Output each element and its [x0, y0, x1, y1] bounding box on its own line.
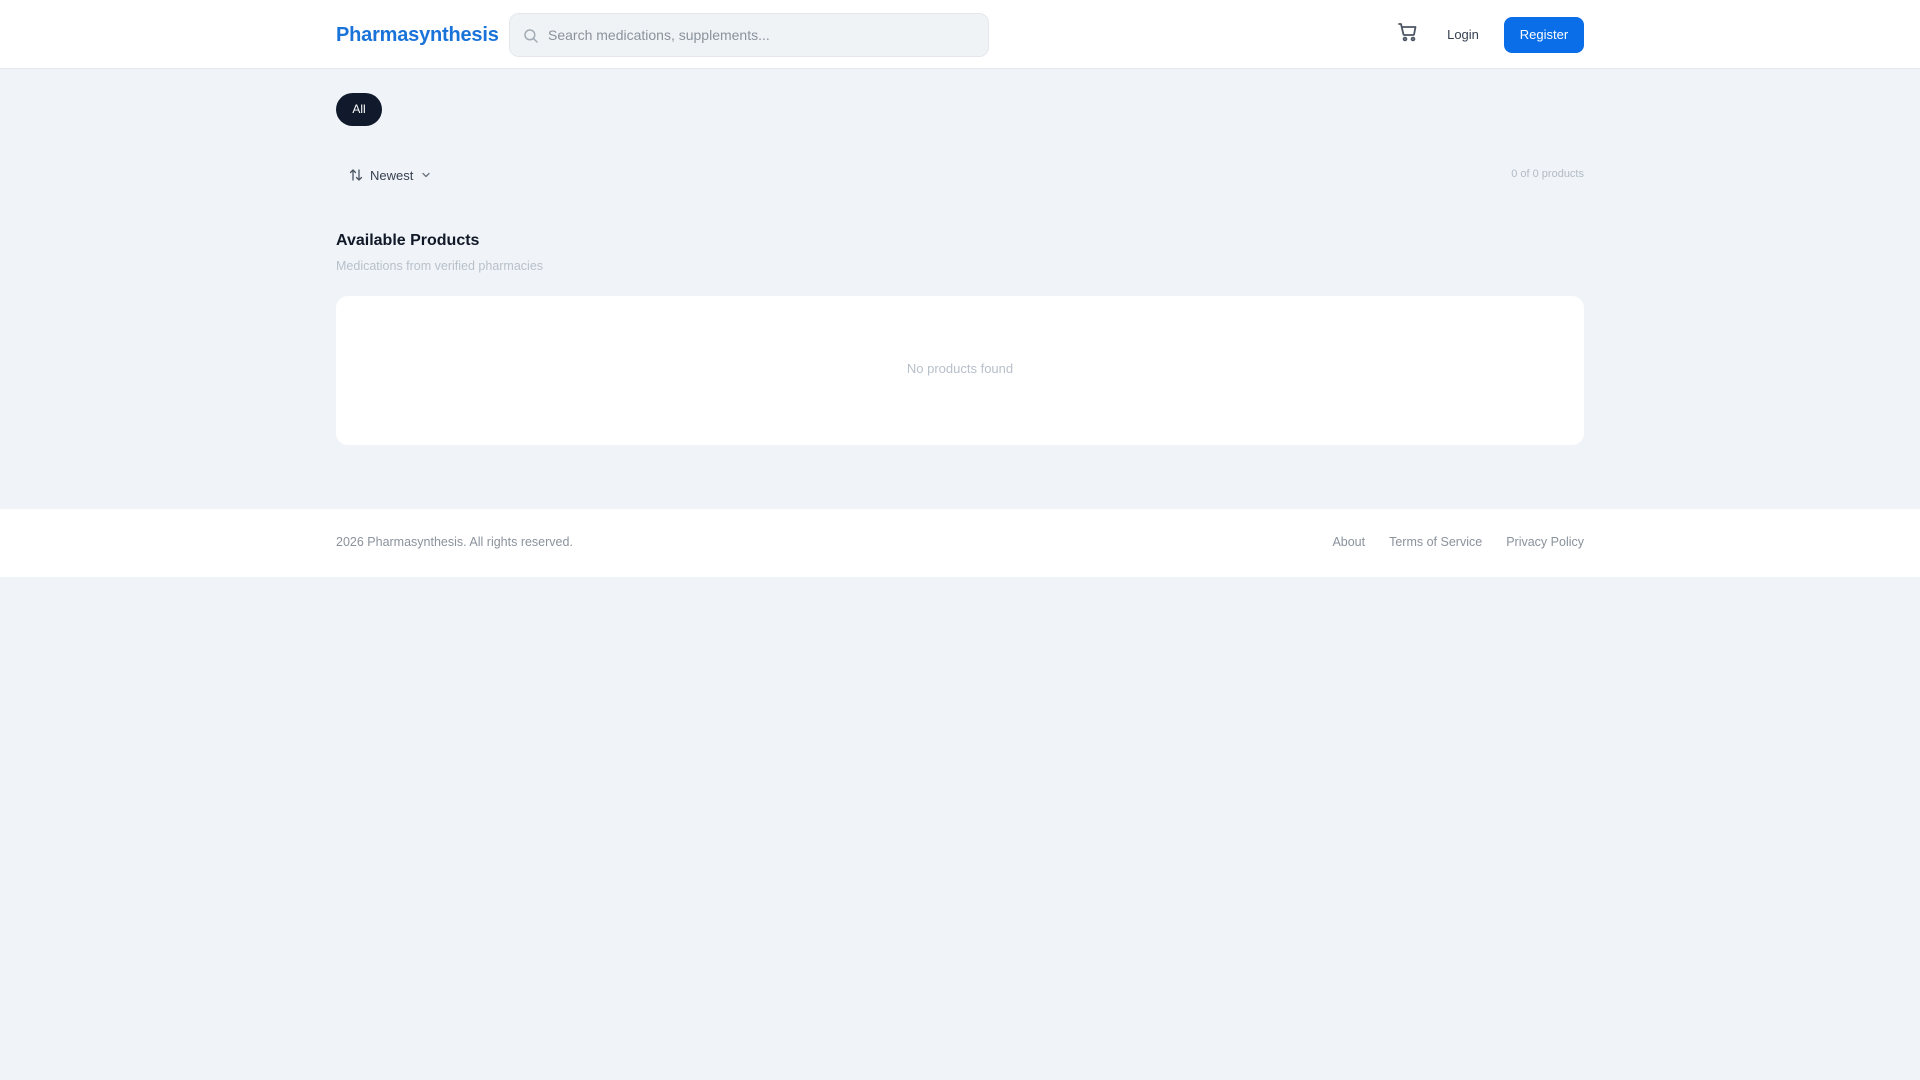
products-empty-state: No products found: [336, 296, 1584, 445]
search-input[interactable]: [548, 14, 978, 56]
copyright-text: 2026 Pharmasynthesis. All rights reserve…: [336, 535, 573, 549]
product-count: 0 of 0 products: [1511, 168, 1584, 180]
footer-link-privacy[interactable]: Privacy Policy: [1506, 535, 1584, 549]
footer-link-terms[interactable]: Terms of Service: [1389, 535, 1482, 549]
top-navbar: Pharmasynthesis Login Register: [0, 0, 1920, 69]
footer: 2026 Pharmasynthesis. All rights reserve…: [0, 509, 1920, 577]
cart-icon[interactable]: [1396, 20, 1420, 44]
section-subtitle: Medications from verified pharmacies: [336, 259, 544, 273]
search-icon: [524, 29, 538, 43]
login-button[interactable]: Login: [1440, 17, 1486, 53]
sort-arrows-icon: [349, 169, 363, 181]
sort-dropdown[interactable]: Newest: [342, 164, 446, 186]
sort-label: Newest: [370, 167, 414, 183]
brand-logo[interactable]: Pharmasynthesis: [336, 22, 499, 48]
category-chip-all[interactable]: All: [336, 93, 382, 126]
chevron-down-icon: [422, 172, 431, 178]
footer-links: About Terms of Service Privacy Policy: [1332, 535, 1584, 549]
empty-state-text: No products found: [906, 361, 1014, 376]
search-bar[interactable]: [509, 13, 989, 57]
register-button[interactable]: Register: [1504, 17, 1584, 53]
footer-link-about[interactable]: About: [1332, 535, 1365, 549]
section-title: Available Products: [336, 232, 480, 249]
